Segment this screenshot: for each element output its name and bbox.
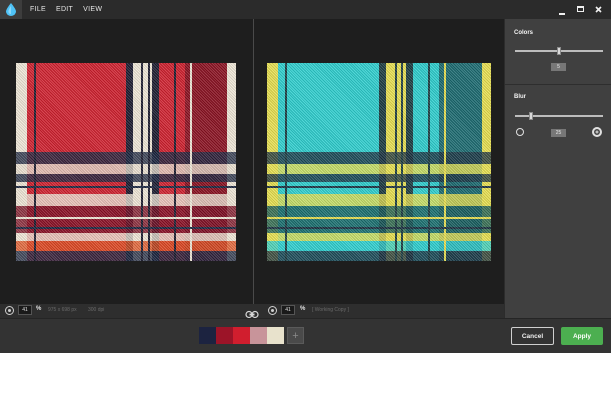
right-zoom-fit-icon[interactable] xyxy=(268,306,277,315)
app-window: FILE EDIT VIEW 41 % 975 x 698 px 300 dpi… xyxy=(0,0,611,353)
image-dimensions: 975 x 698 px xyxy=(48,307,77,313)
sync-views-icon[interactable] xyxy=(245,306,259,319)
color-palette: + xyxy=(199,327,304,344)
image-dpi: 300 dpi xyxy=(88,307,105,313)
palette-swatch[interactable] xyxy=(233,327,250,344)
menu-bar: FILE EDIT VIEW xyxy=(0,0,611,19)
left-zoom-unit: % xyxy=(36,306,42,312)
app-logo-icon xyxy=(0,0,22,19)
palette-swatch[interactable] xyxy=(199,327,216,344)
bottom-toolbar: + Cancel Apply xyxy=(0,318,611,353)
minimize-icon[interactable] xyxy=(556,5,568,17)
menu-view[interactable]: VIEW xyxy=(83,6,102,13)
maximize-icon[interactable] xyxy=(574,3,586,15)
colors-slider-thumb[interactable] xyxy=(557,47,561,55)
left-zoom-input[interactable]: 41 xyxy=(18,305,32,315)
sidebar-separator xyxy=(505,84,611,85)
colors-title: Colors xyxy=(514,30,534,36)
working-copy-label: [ Working Copy ] xyxy=(312,307,349,313)
original-plaid-image xyxy=(16,63,236,261)
menu-edit[interactable]: EDIT xyxy=(56,6,73,13)
cancel-button[interactable]: Cancel xyxy=(511,327,554,345)
working-copy-plaid-image xyxy=(267,63,491,261)
blur-slider-thumb[interactable] xyxy=(528,112,533,120)
blur-title: Blur xyxy=(514,94,526,100)
colors-value[interactable]: 5 xyxy=(551,63,566,71)
original-image-canvas[interactable] xyxy=(0,19,253,304)
menu-file[interactable]: FILE xyxy=(30,6,46,13)
fabric-texture xyxy=(267,63,491,261)
palette-swatch[interactable] xyxy=(250,327,267,344)
fabric-texture xyxy=(16,63,236,261)
apply-button[interactable]: Apply xyxy=(561,327,603,345)
right-zoom-unit: % xyxy=(300,306,306,312)
blur-value[interactable]: 25 xyxy=(551,129,566,137)
palette-swatch[interactable] xyxy=(216,327,233,344)
blur-min-icon[interactable] xyxy=(516,128,524,136)
add-swatch-button[interactable]: + xyxy=(287,327,304,344)
blur-max-icon[interactable] xyxy=(592,127,602,137)
working-copy-canvas[interactable] xyxy=(254,19,504,304)
right-zoom-input[interactable]: 41 xyxy=(281,305,295,315)
adjustments-sidebar: Colors 5 Blur 25 xyxy=(504,19,611,318)
close-icon[interactable] xyxy=(592,3,604,15)
left-zoom-fit-icon[interactable] xyxy=(5,306,14,315)
palette-swatch[interactable] xyxy=(267,327,284,344)
